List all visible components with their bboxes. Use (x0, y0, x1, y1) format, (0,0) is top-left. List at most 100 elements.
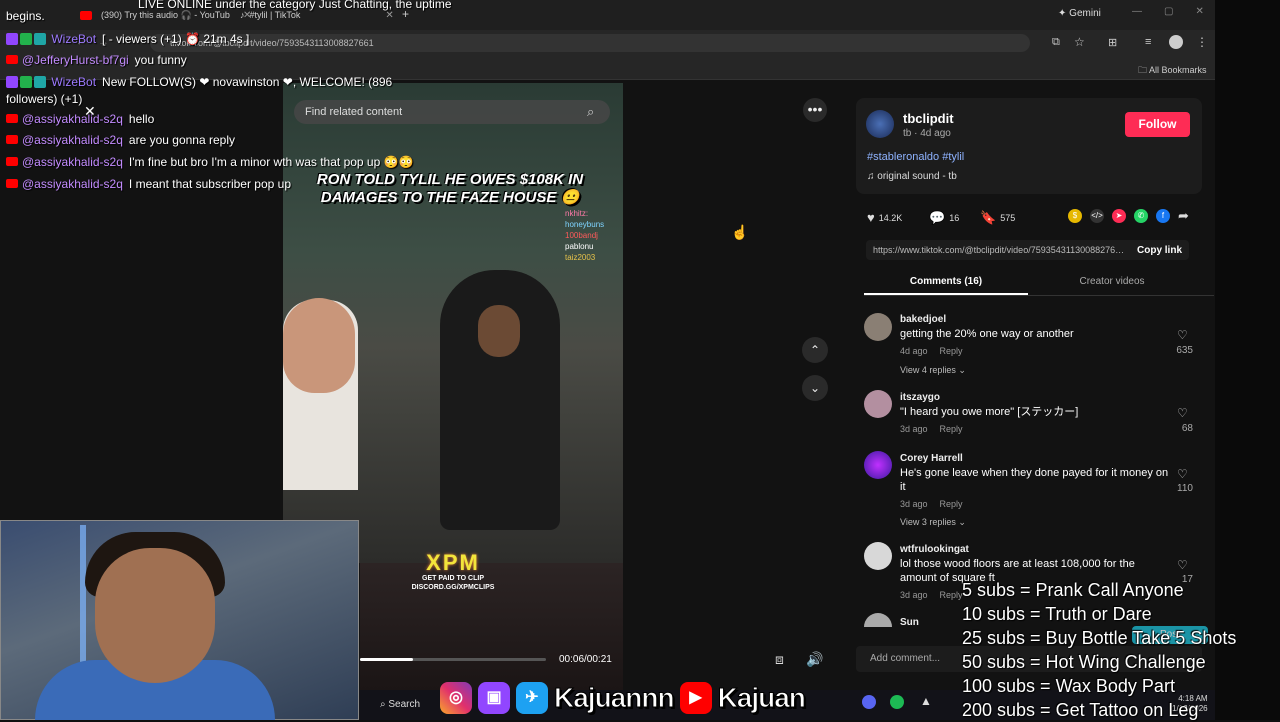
twitch-icon: ▣ (478, 682, 510, 714)
comment-username[interactable]: Corey Harrell (900, 453, 963, 464)
comment-bubble-icon: 💬 (929, 210, 946, 225)
comment-username[interactable]: Sun (900, 617, 919, 628)
comment-username[interactable]: wtfrulookingat (900, 544, 969, 555)
comment-text: getting the 20% one way or another (900, 328, 1074, 340)
social-handle: Kajuan (717, 682, 806, 714)
comment-avatar[interactable] (864, 390, 892, 418)
mouse-cursor: ☝ (731, 224, 749, 240)
author-meta: tb · 4d ago (903, 128, 951, 139)
whatsapp-icon[interactable]: ✆ (1134, 209, 1148, 223)
comment-text: "I heard you owe more" [ステッカー] (900, 406, 1079, 418)
embed-icon[interactable]: </> (1090, 209, 1104, 223)
reply-button[interactable]: Reply (940, 346, 963, 356)
comment-username[interactable]: itszaygo (900, 392, 940, 403)
youtube-icon (6, 114, 18, 123)
bot-badges (6, 31, 48, 47)
comment-meta: 4d ago Reply (900, 346, 963, 356)
window-controls[interactable]: —▢✕ (1132, 6, 1226, 17)
bot-badge-icon (34, 76, 46, 88)
chat-line: @assiyakhalid-s2q hello (6, 111, 154, 127)
chat-line: @assiyakhalid-s2q I'm fine but bro I'm a … (6, 154, 414, 170)
comment-text: He's gone leave when they done payed for… (900, 467, 1169, 493)
view-replies-button[interactable]: View 4 replies ⌄ (900, 365, 966, 376)
close-icon[interactable]: ✕ (84, 103, 96, 120)
related-search-input[interactable]: Find related content (294, 100, 610, 124)
video-caption: RON TOLD TYLIL HE OWES $108K IN DAMAGES … (316, 171, 584, 206)
share-link-text[interactable]: https://www.tiktok.com/@tbclipdit/video/… (873, 245, 1125, 255)
search-icon[interactable]: ⌕ (587, 104, 594, 120)
bookmark-star-icon[interactable]: ☆ (1074, 35, 1085, 49)
previous-video-icon[interactable]: ⌃ (802, 337, 828, 363)
sub-goal: 5 subs = Prank Call Anyone (962, 580, 1184, 600)
menu-lines-icon[interactable]: ≡ (1145, 36, 1151, 48)
close-tab-icon[interactable]: ✕ (385, 10, 393, 21)
gemini-button[interactable]: ✦ Gemini (1058, 8, 1101, 19)
next-video-icon[interactable]: ⌄ (802, 375, 828, 401)
comment-avatar[interactable] (864, 313, 892, 341)
all-bookmarks[interactable]: 🗀 All Bookmarks (1138, 63, 1207, 79)
bot-badges (6, 74, 48, 90)
chat-line: @assiyakhalid-s2q are you gonna reply (6, 132, 235, 148)
comment-avatar[interactable] (864, 542, 892, 570)
instagram-icon: ◎ (440, 682, 472, 714)
coin-share-icon[interactable]: $ (1068, 209, 1082, 223)
chat-header-fragment: LIVE ONLINE under the category Just Chat… (138, 0, 452, 11)
comment-like-icon[interactable]: ♡ (1177, 328, 1188, 342)
comment-avatar[interactable] (864, 451, 892, 479)
profile-avatar[interactable] (1169, 35, 1183, 49)
like-stat[interactable]: ♥ 14.2K (867, 210, 902, 225)
save-stat[interactable]: 🔖 575 (980, 210, 1015, 226)
comment-meta: 3d ago Reply (900, 590, 963, 600)
youtube-icon (6, 135, 18, 144)
video-progress-fill (360, 658, 414, 661)
kebab-menu-icon[interactable]: ⋮ (1196, 35, 1208, 49)
author-name[interactable]: tbclipdit (903, 111, 954, 126)
chat-line: @JefferyHurst-bf7gi you funny (6, 52, 187, 68)
bot-badge-icon (34, 33, 46, 45)
comment-like-icon[interactable]: ♡ (1177, 558, 1188, 572)
social-handles-banner: ◎ ▣ ✈ Kajuannn ▶ Kajuan (440, 678, 860, 718)
author-avatar[interactable] (866, 110, 894, 138)
comment-meta: 3d ago Reply (900, 499, 963, 509)
chat-line: WizeBot[ - viewers (+1) ⏰ 21m 4s ] (6, 31, 249, 47)
send-icon[interactable]: ➤ (1112, 209, 1126, 223)
view-replies-button[interactable]: View 3 replies ⌄ (900, 517, 966, 528)
volume-icon[interactable]: 🔊 (806, 651, 823, 668)
share-arrow-icon[interactable]: ➦ (1178, 208, 1189, 224)
tab-creator-videos[interactable]: Creator videos (1030, 276, 1194, 287)
youtube-logo-icon: ▶ (679, 682, 712, 714)
copy-link-button[interactable]: Copy link (1137, 245, 1182, 256)
reply-button[interactable]: Reply (940, 424, 963, 434)
picture-in-picture-icon[interactable]: ⧈ (775, 651, 784, 668)
facebook-icon[interactable]: f (1156, 209, 1170, 223)
warning-icon[interactable]: ▲ (920, 694, 932, 708)
youtube-icon (6, 179, 18, 188)
search-icon: ⌕ (380, 699, 386, 710)
comment-like-icon[interactable]: ♡ (1177, 406, 1188, 420)
more-options-icon[interactable]: ••• (803, 98, 827, 122)
spotify-icon[interactable] (890, 695, 904, 709)
comment-username[interactable]: bakedjoel (900, 314, 946, 325)
discord-icon[interactable] (862, 695, 876, 709)
chat-line: followers) (+1) (6, 92, 83, 106)
reply-button[interactable]: Reply (940, 590, 963, 600)
post-hashtags[interactable]: #stableronaldo #tylil (867, 151, 964, 163)
tab-comments[interactable]: Comments (16) (864, 276, 1028, 287)
install-app-icon[interactable]: ⧉ (1052, 36, 1060, 49)
sub-goal: 100 subs = Wax Body Part (962, 676, 1175, 696)
comment-stat[interactable]: 💬 16 (929, 210, 959, 226)
address-bar[interactable]: tiktok.com/@tbclipdit/video/759354311300… (150, 34, 1030, 52)
extensions-icon[interactable]: ⊞ (1108, 36, 1117, 49)
youtube-icon (6, 157, 18, 166)
heart-icon: ♥ (867, 210, 875, 225)
comment-like-icon[interactable]: ♡ (1177, 467, 1188, 481)
original-sound-link[interactable]: ♫ original sound - tb (867, 171, 957, 182)
tiktok-icon: ♪ (240, 10, 245, 20)
follow-button[interactable]: Follow (1125, 112, 1190, 137)
xpm-watermark: XPM (426, 550, 480, 575)
sub-goals-overlay: 5 subs = Prank Call Anyone 10 subs = Tru… (962, 578, 1280, 722)
reply-button[interactable]: Reply (940, 499, 963, 509)
chat-line: begins. (6, 9, 45, 23)
sub-goal: 10 subs = Truth or Dare (962, 604, 1152, 624)
folder-icon: 🗀 (1138, 65, 1148, 75)
